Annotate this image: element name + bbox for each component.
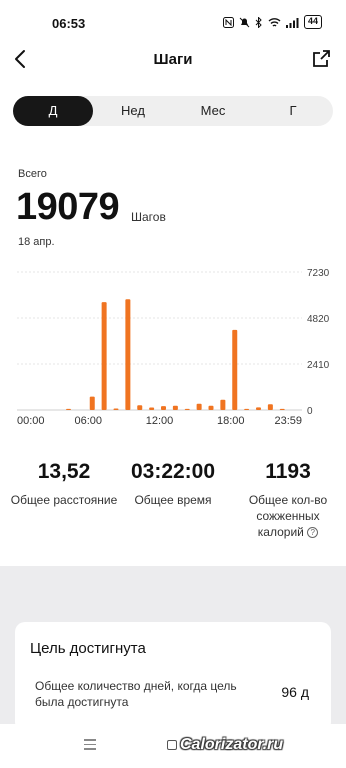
mute-icon bbox=[239, 17, 250, 27]
tab-day[interactable]: Д bbox=[13, 96, 93, 126]
chart-bar bbox=[244, 408, 250, 410]
chart-bar bbox=[184, 408, 190, 410]
chart-bar bbox=[256, 407, 261, 410]
y-tick-label: 4820 bbox=[307, 314, 330, 325]
status-icons: 44 bbox=[222, 15, 322, 29]
stat-calories: 1193 Общее кол-во сожженных калорий ? bbox=[236, 460, 340, 540]
x-tick-label: 18:00 bbox=[217, 415, 245, 427]
chart-bar bbox=[267, 404, 273, 410]
y-tick-label: 7230 bbox=[307, 268, 330, 279]
period-tabs: Д Нед Мес Г bbox=[13, 96, 333, 126]
stat-time-value: 03:22:00 bbox=[130, 460, 216, 483]
stat-time: 03:22:00 Общее время bbox=[118, 460, 228, 508]
total-steps-unit: Шагов bbox=[131, 210, 166, 224]
header: Шаги bbox=[0, 44, 346, 76]
info-icon[interactable]: ? bbox=[307, 527, 319, 538]
wifi-icon bbox=[268, 17, 281, 27]
goal-description: Общее количество дней, когда цель была д… bbox=[35, 679, 237, 709]
goal-card: Цель достигнута Общее количество дней, к… bbox=[15, 622, 331, 732]
status-bar: 06:53 44 bbox=[0, 0, 346, 44]
share-icon bbox=[313, 50, 330, 67]
chart-bar bbox=[208, 405, 214, 410]
x-tick-label: 12:00 bbox=[146, 415, 174, 427]
status-time: 06:53 bbox=[52, 16, 86, 31]
watermark: Calorizator.ru bbox=[180, 736, 284, 753]
chart-bar bbox=[220, 399, 226, 410]
chart-bar bbox=[137, 405, 143, 410]
chart-bar bbox=[161, 406, 166, 410]
tab-year[interactable]: Г bbox=[253, 96, 333, 126]
goal-days-value: 96 д bbox=[281, 684, 309, 700]
chart-bar bbox=[101, 302, 107, 410]
stat-calories-value: 1193 bbox=[265, 460, 311, 483]
share-button[interactable] bbox=[310, 48, 332, 70]
chart-bar bbox=[125, 299, 131, 410]
y-tick-label: 2410 bbox=[307, 360, 330, 371]
goal-title: Цель достигнута bbox=[30, 640, 146, 657]
total-label: Всего bbox=[18, 168, 47, 180]
chart-bar bbox=[196, 403, 202, 410]
home-icon[interactable] bbox=[167, 740, 177, 750]
tab-month[interactable]: Мес bbox=[173, 96, 253, 126]
menu-icon[interactable] bbox=[84, 739, 96, 751]
y-tick-label: 0 bbox=[307, 406, 313, 417]
bluetooth-icon bbox=[255, 16, 262, 28]
chart-bar bbox=[279, 408, 285, 410]
page-title: Шаги bbox=[153, 51, 193, 68]
tab-week[interactable]: Нед bbox=[93, 96, 173, 126]
stat-distance: 13,52 Общее расстояние bbox=[8, 460, 120, 508]
signal-icon bbox=[285, 17, 299, 28]
steps-chart[interactable]: 7230 4820 2410 0 00:00 06:00 12:00 18:00 23:59 bbox=[0, 262, 346, 432]
date-label: 18 апр. bbox=[18, 236, 55, 248]
system-nav-bar: Calorizator.ru bbox=[0, 724, 346, 768]
stat-distance-value: 13,52 bbox=[37, 460, 91, 483]
x-tick-label: 00:00 bbox=[17, 415, 45, 427]
stat-calories-label-wrap: Общее кол-во сожженных калорий ? bbox=[236, 492, 340, 540]
chart-bar bbox=[172, 405, 178, 410]
x-tick-label: 23:59 bbox=[274, 415, 302, 427]
stats-row: 13,52 Общее расстояние 03:22:00 Общее вр… bbox=[0, 460, 346, 540]
chart-bar bbox=[113, 408, 119, 410]
chart-bar bbox=[232, 329, 238, 410]
battery-icon: 44 bbox=[303, 15, 322, 29]
chart-bar bbox=[89, 396, 95, 410]
nfc-icon bbox=[222, 16, 234, 28]
chart-bar bbox=[66, 408, 71, 410]
chart-bar bbox=[149, 407, 155, 410]
stat-distance-label: Общее расстояние bbox=[10, 493, 118, 507]
total-steps-value: 19079 bbox=[16, 186, 120, 228]
x-tick-label: 06:00 bbox=[74, 415, 102, 427]
stat-time-label: Общее время bbox=[134, 493, 212, 507]
